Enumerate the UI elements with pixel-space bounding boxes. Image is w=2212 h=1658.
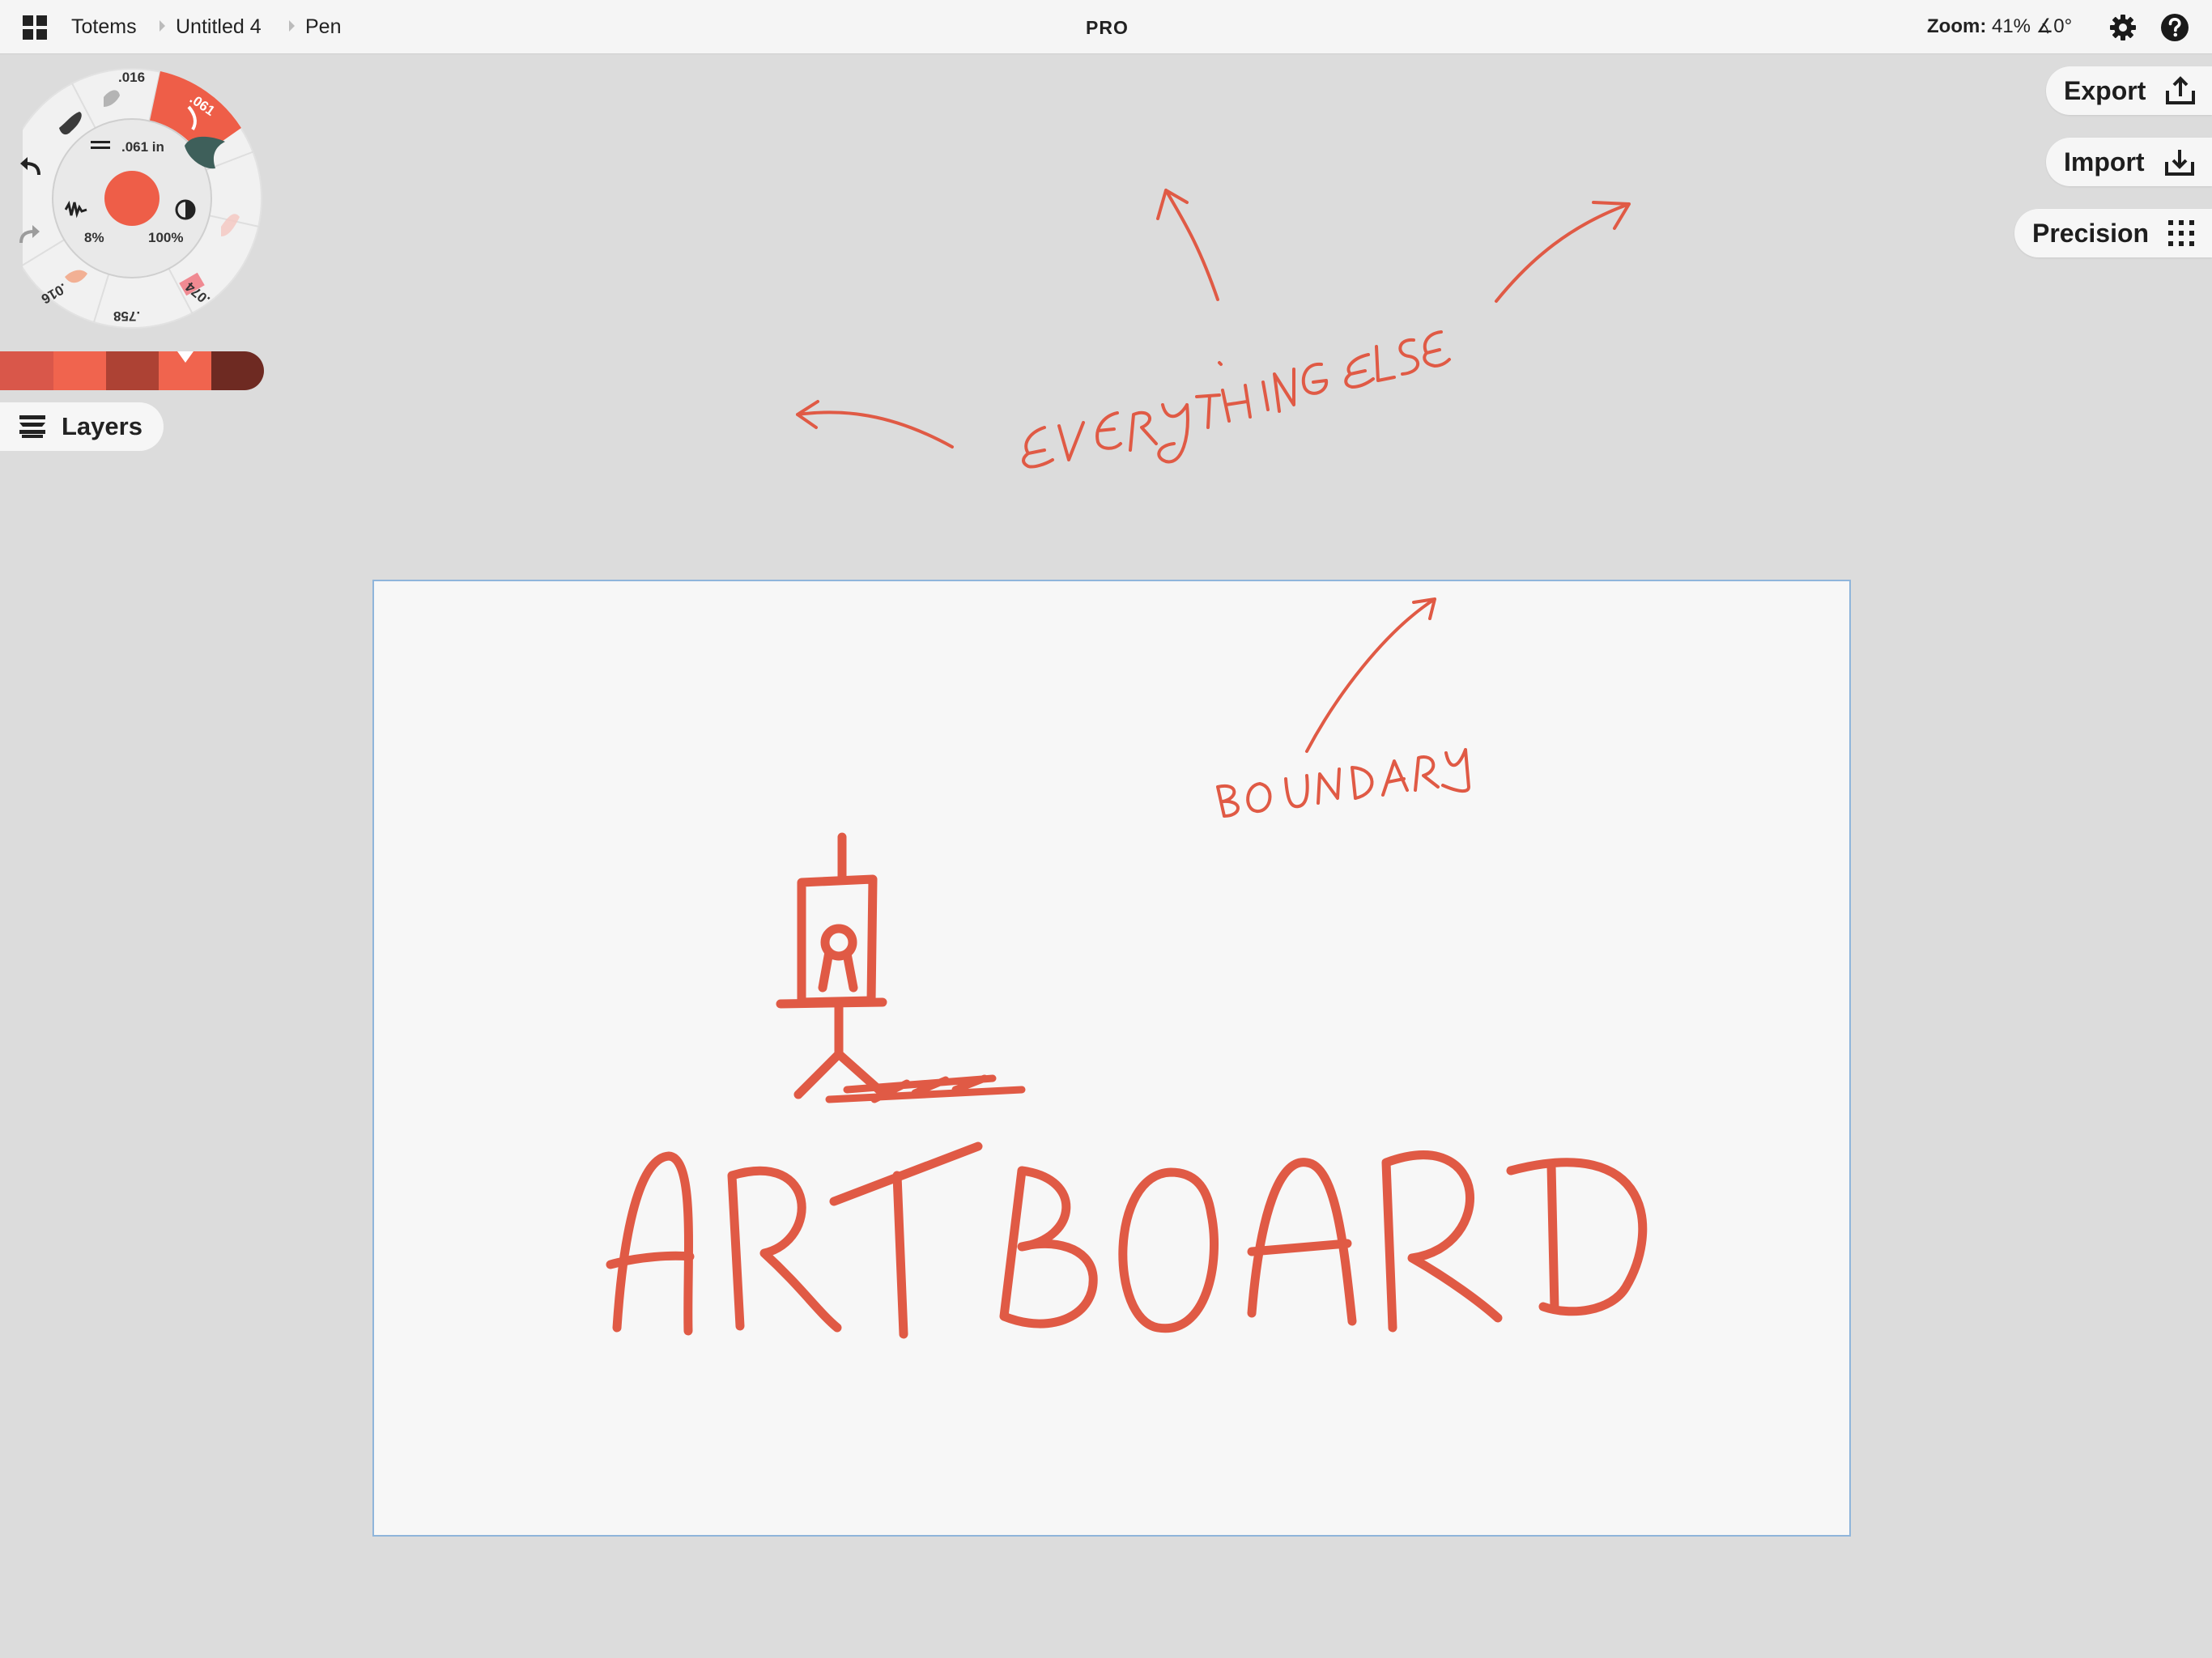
breadcrumb-gallery[interactable]: Totems: [71, 14, 137, 40]
gear-icon[interactable]: [2108, 13, 2138, 42]
export-icon: [2166, 76, 2196, 104]
redo-icon[interactable]: [16, 220, 44, 248]
precision-label: Precision: [2032, 218, 2150, 248]
smoothing-icon: [65, 201, 87, 219]
size-slider-icon: [91, 141, 110, 149]
layers-button[interactable]: Layers: [0, 402, 164, 451]
import-label: Import: [2064, 147, 2145, 176]
brush-size-value[interactable]: .061 in: [121, 139, 164, 155]
layers-label: Layers: [62, 412, 143, 440]
top-bar: Totems Untitled 4 Pen PRO Zoom: 41% ∡0°: [0, 0, 2212, 54]
undo-icon[interactable]: [16, 152, 44, 180]
arrow-up-annotation: [1156, 189, 1219, 301]
import-button[interactable]: Import: [2046, 138, 2212, 186]
zoom-label: Zoom:: [1927, 15, 1987, 37]
selected-swatch-indicator: [177, 351, 194, 363]
breadcrumb-drawing[interactable]: Untitled 4: [176, 14, 262, 40]
layers-icon: [19, 415, 45, 438]
color-swatch[interactable]: [211, 351, 264, 390]
arrow-left-annotation: [796, 400, 954, 449]
smoothing-value[interactable]: 8%: [84, 230, 104, 246]
arrow-upright-annotation: [1495, 201, 1631, 303]
import-icon: [2164, 150, 2194, 176]
breadcrumb-separator: [160, 20, 165, 32]
zoom-readout[interactable]: Zoom: 41% ∡0°: [1927, 14, 2072, 40]
precision-button[interactable]: Precision: [2014, 209, 2212, 257]
breadcrumb-tool[interactable]: Pen: [305, 14, 341, 40]
artboard[interactable]: [372, 580, 1851, 1537]
color-swatch[interactable]: [106, 351, 159, 390]
opacity-icon: [175, 199, 196, 220]
opacity-value[interactable]: 100%: [148, 230, 183, 246]
preset-size[interactable]: .758: [113, 308, 140, 324]
color-swatch[interactable]: [0, 351, 53, 390]
zoom-value: 41%: [1991, 15, 2031, 37]
current-color-well[interactable]: [104, 171, 160, 226]
precision-grid-icon: [2168, 220, 2195, 246]
preset-size[interactable]: .016: [118, 70, 145, 86]
color-history-strip: [0, 351, 264, 390]
export-button[interactable]: Export: [2046, 66, 2212, 115]
pro-badge[interactable]: PRO: [1086, 15, 1128, 40]
grid-icon[interactable]: [23, 15, 49, 41]
color-swatch[interactable]: [53, 351, 106, 390]
everything-else-annotation: [796, 189, 1631, 469]
export-label: Export: [2064, 75, 2146, 105]
brush-wheel[interactable]: .016 .061 .074 .758 .016 .061 in 8% 100%: [23, 65, 266, 332]
help-icon[interactable]: [2160, 13, 2189, 42]
breadcrumb-separator: [289, 20, 295, 32]
rotation-value: ∡0°: [2035, 15, 2073, 37]
